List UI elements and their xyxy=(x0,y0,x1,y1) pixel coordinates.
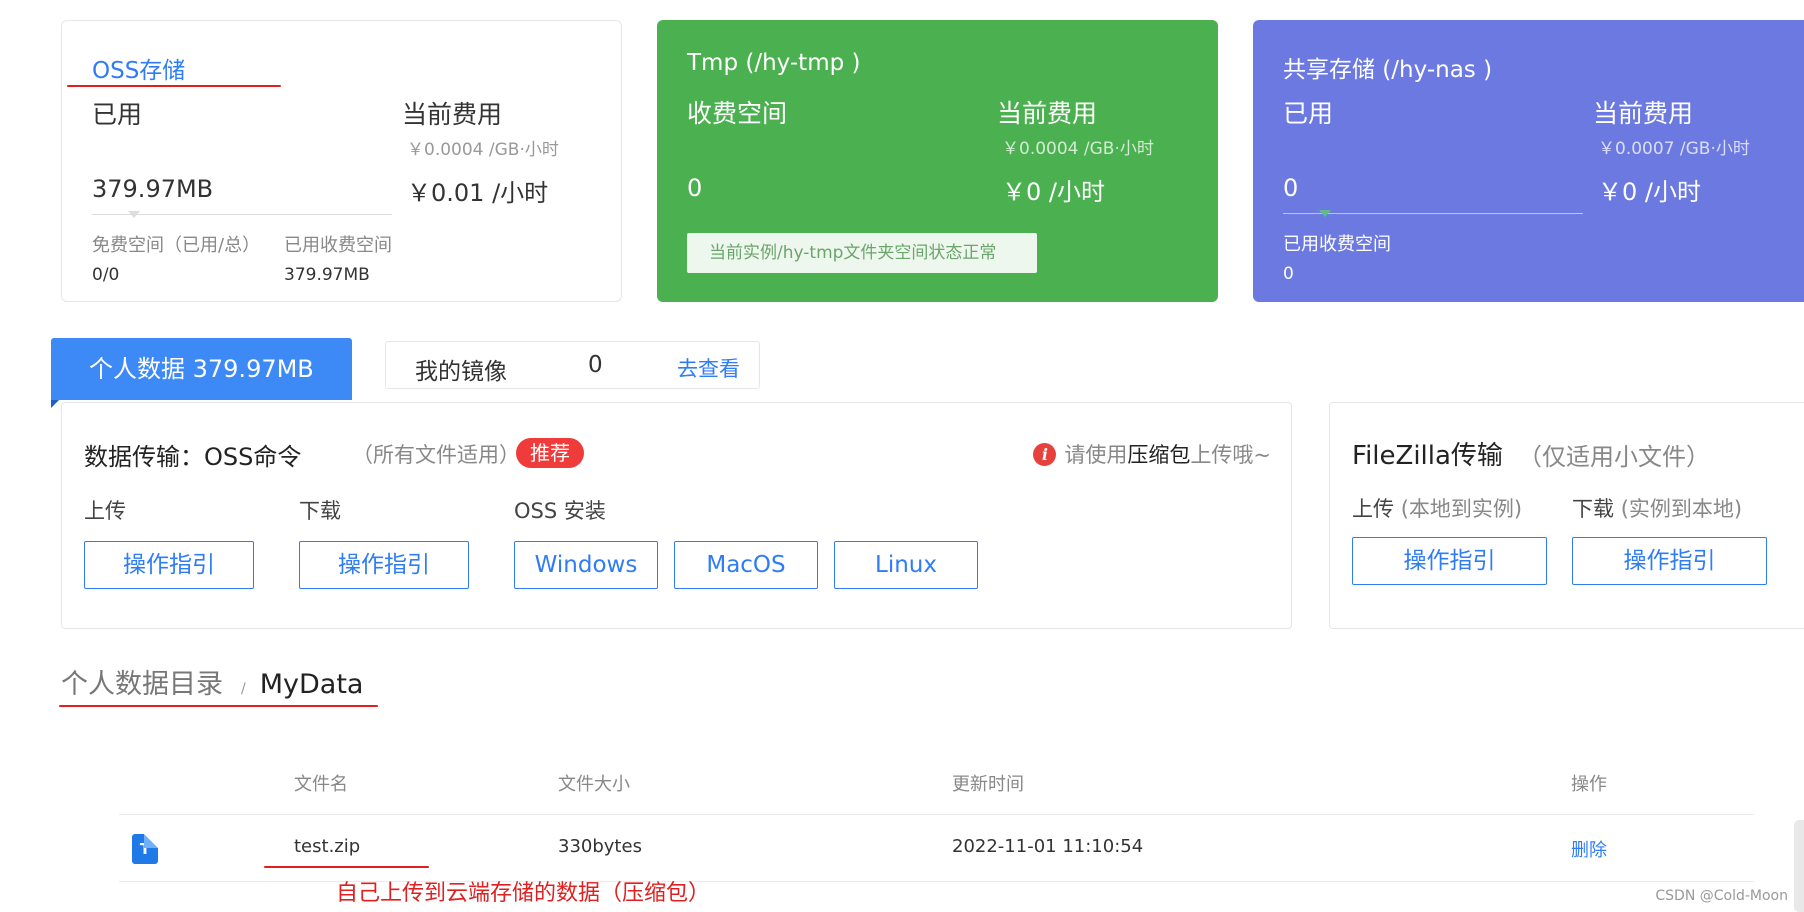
used-label: 已用 xyxy=(1283,99,1334,128)
col-header-actions: 操作 xyxy=(1571,774,1607,795)
card-title: OSS存储 xyxy=(92,58,186,84)
fee-rate: ￥0.0007 /GB·小时 xyxy=(1598,139,1750,159)
filezilla-transfer-panel: FileZilla传输 （仅适用小文件） 上传 (本地到实例) 下载 (实例到本… xyxy=(1329,402,1804,629)
oss-install-label: OSS 安装 xyxy=(514,499,606,523)
tab-my-mirror[interactable]: 我的镜像 0 去查看 xyxy=(385,341,760,389)
notice-prefix: 请使用 xyxy=(1064,443,1128,467)
fz-upload-hint: (本地到实例) xyxy=(1400,497,1523,521)
paid-space-label: 已用收费空间 xyxy=(284,235,392,256)
paid-space-label: 已用收费空间 xyxy=(1283,234,1391,255)
fz-download-text: 下载 xyxy=(1572,497,1614,521)
file-updated: 2022-11-01 11:10:54 xyxy=(952,836,1144,857)
col-header-size: 文件大小 xyxy=(558,774,630,795)
annotation-underline xyxy=(59,705,378,707)
annotation-underline xyxy=(67,85,281,87)
usage-marker-icon xyxy=(1319,210,1331,217)
scrollbar[interactable] xyxy=(1794,820,1804,912)
mirror-label: 我的镜像 xyxy=(415,359,507,385)
oss-transfer-panel: 数据传输：OSS命令 （所有文件适用） 推荐 i 请使用 压缩包 上传哦~ 上传… xyxy=(61,402,1292,629)
fee-label: 当前费用 xyxy=(402,100,503,129)
paid-space-label: 收费空间 xyxy=(687,99,788,128)
upload-label: 上传 xyxy=(84,499,126,523)
fee-label: 当前费用 xyxy=(997,99,1098,128)
oss-storage-card: OSS存储 已用 当前费用 ￥0.0004 /GB·小时 379.97MB ￥0… xyxy=(61,20,622,302)
card-title: Tmp (/hy-tmp ) xyxy=(687,50,861,76)
annotation-underline xyxy=(264,866,429,868)
fz-upload-label: 上传 (本地到实例) xyxy=(1352,493,1522,523)
used-label: 已用 xyxy=(92,100,143,129)
upload-guide-button[interactable]: 操作指引 xyxy=(84,541,254,589)
info-icon: i xyxy=(1033,442,1057,466)
delete-link[interactable]: 删除 xyxy=(1571,836,1607,862)
install-windows-button[interactable]: Windows xyxy=(514,541,658,589)
paid-space-value: 0 xyxy=(1283,264,1294,284)
breadcrumb-root[interactable]: 个人数据目录 xyxy=(61,662,223,701)
col-header-updated: 更新时间 xyxy=(952,774,1024,795)
breadcrumb: 个人数据目录 / MyData xyxy=(61,662,363,701)
fz-download-hint: (实例到本地) xyxy=(1620,497,1743,521)
download-label: 下载 xyxy=(299,499,341,523)
free-space-label: 免费空间（已用/总） xyxy=(92,235,261,256)
col-header-name: 文件名 xyxy=(294,774,348,795)
card-title: 共享存储 (/hy-nas ) xyxy=(1283,57,1493,83)
usage-marker-icon xyxy=(128,211,140,218)
used-value: 379.97MB xyxy=(92,175,214,203)
annotation-text: 自己上传到云端存储的数据（压缩包） xyxy=(336,881,711,906)
view-mirrors-link[interactable]: 去查看 xyxy=(677,353,740,383)
fee-label: 当前费用 xyxy=(1593,99,1694,128)
breadcrumb-current: MyData xyxy=(259,669,364,700)
download-guide-button[interactable]: 操作指引 xyxy=(299,541,469,589)
file-name[interactable]: test.zip xyxy=(294,836,360,857)
fz-upload-guide-button[interactable]: 操作指引 xyxy=(1352,537,1547,585)
fz-download-label: 下载 (实例到本地) xyxy=(1572,493,1742,523)
fee-value: ￥0 /小时 xyxy=(1002,178,1105,206)
watermark: CSDN @Cold-Moon xyxy=(1655,888,1788,904)
fee-rate: ￥0.0004 /GB·小时 xyxy=(407,140,559,160)
tab-personal-data[interactable]: 个人数据 379.97MB xyxy=(51,338,352,408)
table-header-divider xyxy=(119,814,1754,815)
zip-file-icon: T xyxy=(132,834,158,864)
fz-upload-text: 上传 xyxy=(1352,497,1394,521)
file-size: 330bytes xyxy=(558,836,642,857)
notice-suffix: 上传哦~ xyxy=(1190,443,1271,467)
paid-space-value: 0 xyxy=(687,174,703,202)
mirror-count: 0 xyxy=(588,352,603,378)
fee-value: ￥0 /小时 xyxy=(1598,178,1701,206)
free-space-value: 0/0 xyxy=(92,265,120,285)
install-macos-button[interactable]: MacOS xyxy=(674,541,818,589)
status-message: 当前实例/hy-tmp文件夹空间状态正常 xyxy=(687,233,1037,273)
notice-emphasis: 压缩包 xyxy=(1127,443,1191,467)
install-linux-button[interactable]: Linux xyxy=(834,541,978,589)
panel-title: 数据传输：OSS命令 xyxy=(84,443,302,471)
paid-space-value: 379.97MB xyxy=(284,265,370,285)
used-value: 0 xyxy=(1283,174,1299,202)
nas-storage-card: 共享存储 (/hy-nas ) 已用 当前费用 ￥0.0007 /GB·小时 0… xyxy=(1253,20,1804,302)
fee-rate: ￥0.0004 /GB·小时 xyxy=(1002,139,1154,159)
upload-notice: i 请使用 压缩包 上传哦~ xyxy=(1033,439,1271,469)
breadcrumb-separator: / xyxy=(241,681,246,697)
panel-subtitle: （仅适用小文件） xyxy=(1518,443,1710,471)
panel-title: FileZilla传输 xyxy=(1352,441,1503,471)
tmp-storage-card: Tmp (/hy-tmp ) 收费空间 当前费用 ￥0.0004 /GB·小时 … xyxy=(657,20,1218,302)
recommend-badge: 推荐 xyxy=(516,438,584,468)
fz-download-guide-button[interactable]: 操作指引 xyxy=(1572,537,1767,585)
panel-subtitle: （所有文件适用） xyxy=(352,443,520,467)
fee-value: ￥0.01 /小时 xyxy=(407,179,549,207)
